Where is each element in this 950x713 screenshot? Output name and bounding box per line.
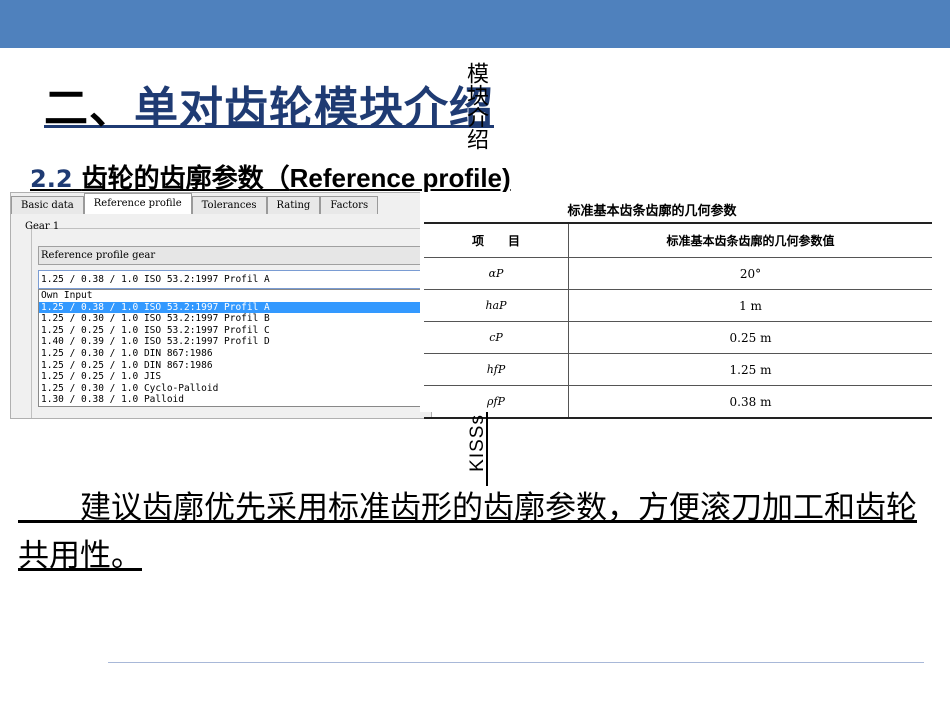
dropdown-option[interactable]: 1.30 / 0.38 / 1.0 Palloid [39, 394, 431, 406]
table-header: 项 目 [424, 222, 569, 258]
subtitle-cn: 齿轮的齿廓参数（ [81, 164, 290, 194]
param-symbol: αP [424, 257, 569, 290]
top-banner [0, 0, 950, 48]
table-header-row: 项 目 标准基本齿条齿廓的几何参数值 [424, 222, 932, 258]
reference-profile-panel: Basic data Reference profile Tolerances … [10, 192, 432, 419]
param-value: 0.38 m [568, 385, 932, 419]
param-symbol: ρfP [424, 385, 569, 419]
slide-subtitle: 2.2 齿轮的齿廓参数（Reference profile) [30, 158, 511, 195]
footer-divider [108, 662, 924, 663]
tab-reference-profile[interactable]: Reference profile [83, 193, 192, 214]
dropdown-option[interactable]: 1.25 / 0.25 / 1.0 DIN 867:1986 [39, 360, 431, 372]
tab-tolerances[interactable]: Tolerances [191, 196, 267, 214]
table-title: 标准基本齿条齿廓的几何参数 [567, 204, 737, 219]
reference-profile-select[interactable]: 1.25 / 0.38 / 1.0 ISO 53.2:1997 Profil A [38, 270, 431, 289]
group-label: Gear 1 [25, 221, 60, 232]
param-symbol: haP [424, 289, 569, 322]
dropdown-option[interactable]: 1.25 / 0.30 / 1.0 DIN 867:1986 [39, 348, 431, 360]
tab-bar: Basic data Reference profile Tolerances … [11, 193, 431, 214]
dropdown-option[interactable]: 1.25 / 0.30 / 1.0 Cyclo-Palloid [39, 383, 431, 395]
dropdown-option[interactable]: 1.25 / 0.30 / 1.0 ISO 53.2:1997 Profil B [39, 313, 431, 325]
reference-profile-dropdown: Own Input 1.25 / 0.38 / 1.0 ISO 53.2:199… [38, 289, 431, 407]
body-paragraph: 建议齿廓优先采用标准齿形的齿廓参数，方便滚刀加工和齿轮共用性。 [18, 490, 917, 574]
param-value: 1.25 m [568, 353, 932, 386]
subtitle-en: Reference profile) [289, 163, 511, 193]
dropdown-option[interactable]: 1.25 / 0.25 / 1.0 ISO 53.2:1997 Profil C [39, 325, 431, 337]
table-row: cP 0.25 m [424, 321, 932, 354]
table-row: hfP 1.25 m [424, 353, 932, 386]
table-row: ρfP 0.38 m [424, 385, 932, 419]
tab-factors[interactable]: Factors [320, 196, 379, 214]
dropdown-option[interactable]: 1.40 / 0.39 / 1.0 ISO 53.2:1997 Profil D [39, 336, 431, 348]
geometry-table: 项 目 标准基本齿条齿廓的几何参数值 αP 20° haP 1 m cP 0.2… [424, 222, 932, 419]
vertical-divider [486, 412, 488, 486]
param-value: 0.25 m [568, 321, 932, 354]
param-symbol: hfP [424, 353, 569, 386]
dropdown-option-selected[interactable]: 1.25 / 0.38 / 1.0 ISO 53.2:1997 Profil A [39, 301, 431, 314]
table-row: haP 1 m [424, 289, 932, 322]
standard-profile-table-image: 标准基本齿条齿廓的几何参数 项 目 标准基本齿条齿廓的几何参数值 αP 20° … [420, 192, 932, 419]
dropdown-option[interactable]: 1.25 / 0.25 / 1.0 JIS [39, 371, 431, 383]
param-value: 1 m [568, 289, 932, 322]
subtitle-number: 2.2 [30, 165, 73, 193]
table-header: 标准基本齿条齿廓的几何参数值 [568, 222, 932, 258]
dropdown-option[interactable]: Own Input [39, 290, 431, 302]
tab-rating[interactable]: Rating [266, 196, 321, 214]
tab-basic-data[interactable]: Basic data [11, 196, 84, 214]
table-row: αP 20° [424, 257, 932, 290]
param-symbol: cP [424, 321, 569, 354]
vertical-text-module: 模块介绍 [463, 62, 488, 150]
param-value: 20° [568, 257, 932, 290]
reference-profile-label: Reference profile gear [38, 246, 431, 265]
slide-title: 二、单对齿轮模块介绍 [44, 83, 494, 134]
